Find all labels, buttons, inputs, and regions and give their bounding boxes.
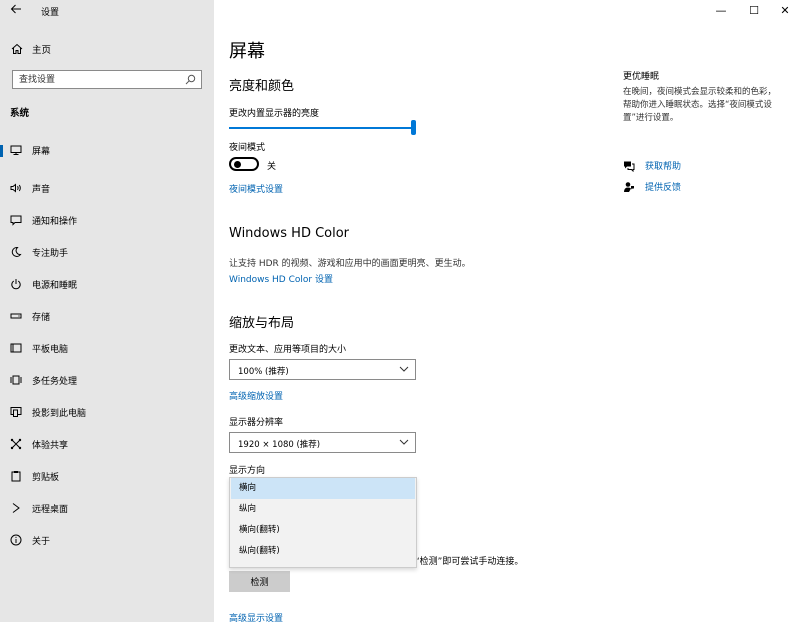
scale-section-heading: 缩放与布局 bbox=[229, 316, 295, 331]
tablet-icon bbox=[10, 342, 22, 354]
orientation-option[interactable]: 纵向 bbox=[231, 499, 415, 520]
page-title: 屏幕 bbox=[229, 41, 265, 62]
sidebar-item-power-sleep[interactable]: 电源和睡眠 bbox=[0, 268, 214, 300]
give-feedback-link[interactable]: 提供反馈 bbox=[623, 180, 681, 193]
orientation-option[interactable]: 横向(翻转) bbox=[231, 520, 415, 541]
related-description: 在晚间，夜间模式会显示较柔和的色彩，帮助你进入睡眠状态。选择“夜间模式设置”进行… bbox=[623, 87, 777, 123]
home-label: 主页 bbox=[32, 45, 52, 56]
night-mode-label: 夜间模式 bbox=[229, 143, 266, 153]
sidebar-item-label: 投影到此电脑 bbox=[32, 408, 87, 419]
sidebar: 设置 主页 系统 屏幕 声音 通知和操作 bbox=[0, 0, 214, 622]
night-mode-settings-link[interactable]: 夜间模式设置 bbox=[229, 182, 283, 195]
sidebar-item-label: 屏幕 bbox=[32, 147, 51, 157]
night-mode-state: 关 bbox=[267, 162, 277, 172]
monitor-icon bbox=[10, 144, 22, 156]
orientation-dropdown[interactable]: 横向 纵向 横向(翻转) 纵向(翻转) bbox=[229, 477, 417, 568]
get-help-link[interactable]: 获取帮助 bbox=[623, 159, 681, 172]
brightness-slider-track[interactable] bbox=[229, 127, 414, 129]
sidebar-item-label: 多任务处理 bbox=[32, 376, 78, 387]
speaker-icon bbox=[10, 182, 22, 194]
sidebar-item-label: 关于 bbox=[32, 536, 51, 547]
scale-label: 更改文本、应用等项目的大小 bbox=[229, 345, 347, 355]
toggle-knob bbox=[234, 161, 241, 168]
remote-desktop-icon bbox=[10, 502, 22, 514]
orientation-option[interactable]: 横向 bbox=[231, 478, 415, 499]
share-icon bbox=[10, 438, 22, 450]
sidebar-item-focus-assist[interactable]: 专注助手 bbox=[0, 236, 214, 268]
sidebar-item-tablet[interactable]: 平板电脑 bbox=[0, 332, 214, 364]
advanced-display-link[interactable]: 高级显示设置 bbox=[229, 611, 283, 622]
resolution-value: 1920 × 1080 (推荐) bbox=[238, 440, 321, 450]
sidebar-item-about[interactable]: 关于 bbox=[0, 524, 214, 556]
chevron-down-icon bbox=[399, 438, 409, 446]
moon-icon bbox=[10, 246, 22, 258]
hdr-section-heading: Windows HD Color bbox=[229, 226, 350, 241]
sidebar-item-storage[interactable]: 存储 bbox=[0, 300, 214, 332]
related-title: 更优睡眠 bbox=[623, 72, 660, 82]
app-title: 设置 bbox=[41, 8, 60, 18]
search-box[interactable] bbox=[12, 70, 202, 89]
sidebar-nav: 屏幕 声音 通知和操作 专注助手 电源和睡眠 存储 平板电脑 多任务处理 投影到… bbox=[0, 140, 214, 556]
sidebar-item-label: 专注助手 bbox=[32, 248, 69, 259]
sidebar-item-label: 声音 bbox=[32, 184, 51, 195]
multitask-icon bbox=[10, 374, 22, 386]
title-bar: 设置 bbox=[0, 0, 214, 22]
home-icon bbox=[10, 42, 24, 56]
search-input[interactable] bbox=[13, 71, 173, 88]
storage-icon bbox=[10, 310, 22, 322]
sidebar-item-shared-experiences[interactable]: 体验共享 bbox=[0, 428, 214, 460]
orientation-label: 显示方向 bbox=[229, 466, 266, 476]
clipboard-icon bbox=[10, 470, 22, 482]
feedback-icon bbox=[623, 181, 635, 193]
sidebar-item-label: 通知和操作 bbox=[32, 216, 78, 227]
get-help-label: 获取帮助 bbox=[645, 162, 682, 172]
orientation-option[interactable]: 纵向(翻转) bbox=[231, 541, 415, 562]
resolution-select[interactable]: 1920 × 1080 (推荐) bbox=[229, 432, 416, 453]
detect-button[interactable]: 检测 bbox=[229, 571, 290, 592]
sidebar-item-remote-desktop[interactable]: 远程桌面 bbox=[0, 492, 214, 524]
sidebar-home[interactable]: 主页 bbox=[10, 41, 210, 57]
hdr-settings-link[interactable]: Windows HD Color 设置 bbox=[229, 272, 333, 285]
brightness-label: 更改内置显示器的亮度 bbox=[229, 109, 320, 119]
chevron-down-icon bbox=[399, 365, 409, 373]
project-icon bbox=[10, 406, 22, 418]
search-icon[interactable] bbox=[185, 74, 196, 85]
detect-hint-text: “检测”即可尝试手动连接。 bbox=[415, 557, 524, 567]
scale-select[interactable]: 100% (推荐) bbox=[229, 359, 416, 380]
hdr-description: 让支持 HDR 的视频、游戏和应用中的画面更明亮、更生动。 bbox=[229, 259, 471, 269]
help-chat-icon bbox=[623, 160, 635, 172]
sidebar-item-label: 电源和睡眠 bbox=[32, 280, 78, 291]
notification-icon bbox=[10, 214, 22, 226]
section-heading: 系统 bbox=[10, 108, 30, 119]
resolution-label: 显示器分辨率 bbox=[229, 418, 284, 428]
night-mode-toggle[interactable] bbox=[229, 157, 259, 171]
sidebar-item-project[interactable]: 投影到此电脑 bbox=[0, 396, 214, 428]
sidebar-item-sound[interactable]: 声音 bbox=[0, 172, 214, 204]
brightness-section-heading: 亮度和颜色 bbox=[229, 79, 295, 94]
sidebar-item-label: 体验共享 bbox=[32, 440, 69, 451]
power-icon bbox=[10, 278, 22, 290]
back-arrow-icon[interactable] bbox=[8, 3, 24, 19]
sidebar-item-label: 存储 bbox=[32, 312, 51, 323]
main-content: 屏幕 亮度和颜色 更改内置显示器的亮度 夜间模式 关 夜间模式设置 Window… bbox=[214, 0, 800, 622]
sidebar-item-multitasking[interactable]: 多任务处理 bbox=[0, 364, 214, 396]
sidebar-item-notifications[interactable]: 通知和操作 bbox=[0, 204, 214, 236]
advanced-scaling-link[interactable]: 高级缩放设置 bbox=[229, 389, 283, 402]
give-feedback-label: 提供反馈 bbox=[645, 183, 682, 193]
sidebar-item-label: 远程桌面 bbox=[32, 504, 69, 515]
info-icon bbox=[10, 534, 22, 546]
scale-value: 100% (推荐) bbox=[238, 367, 289, 377]
sidebar-item-display[interactable]: 屏幕 bbox=[0, 140, 214, 172]
brightness-slider-thumb[interactable] bbox=[411, 120, 416, 135]
sidebar-item-label: 平板电脑 bbox=[32, 344, 69, 355]
sidebar-item-clipboard[interactable]: 剪贴板 bbox=[0, 460, 214, 492]
sidebar-item-label: 剪贴板 bbox=[32, 472, 60, 483]
